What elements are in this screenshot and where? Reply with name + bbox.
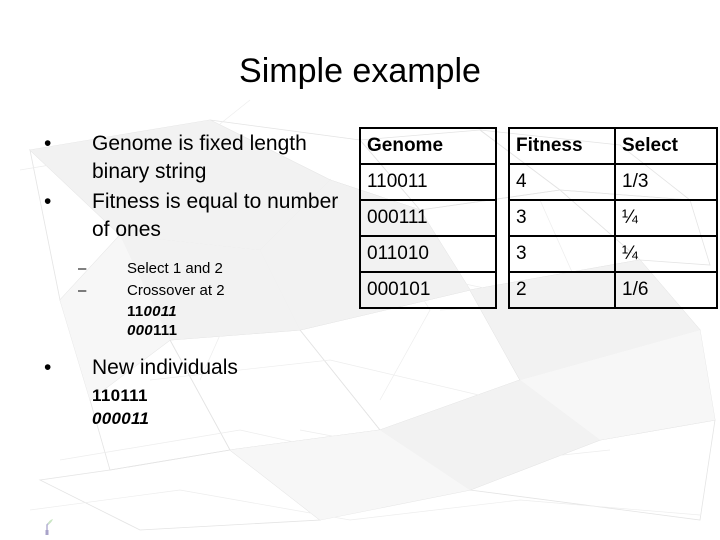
dash-marker-icon: – [78,282,87,299]
genome-table: Genome 110011 000111 011010 000101 [359,127,497,309]
table-row: 000111 [359,199,497,237]
table-row: 3 ¼ [508,199,718,237]
select-cell: ¼ [614,199,718,237]
sub-bullet-item-crossover: – Crossover at 2 [38,280,358,302]
slide-title: Simple example [239,52,481,90]
bullet-item-genome: • Genome is fixed length binary string [38,130,358,186]
genome-cell: 000101 [359,271,497,309]
bullet-marker-icon: • [44,356,52,379]
bullet-marker-icon: • [44,190,52,213]
fitness-select-table: Fitness Select 4 1/3 3 ¼ 3 ¼ 2 1/6 [508,127,718,309]
select-cell: 1/3 [614,163,718,201]
fitness-cell: 3 [508,235,616,273]
new-individual-1: 110111 [92,386,148,405]
table-row: 2 1/6 [508,271,718,309]
table-header-row: Fitness Select [508,127,718,165]
table-row: 4 1/3 [508,163,718,201]
table-row: 000101 [359,271,497,309]
genome-cell: 110011 [359,163,497,201]
bullet-marker-icon: • [44,132,52,155]
slide-canvas: Simple example • Genome is fixed length … [0,0,720,540]
fitness-cell: 4 [508,163,616,201]
column-header-genome: Genome [359,127,497,165]
table-row: 110011 [359,163,497,201]
bullet-item-new-individuals: • New individuals [38,354,358,382]
select-cell: 1/6 [614,271,718,309]
column-header-select: Select [614,127,718,165]
bullet-text: Genome is fixed length binary string [92,132,307,183]
footer-logo-icon [45,519,53,535]
crossover-parent-2-suffix: 111 [152,322,178,339]
select-cell: ¼ [614,235,718,273]
table-row: 3 ¼ [508,235,718,273]
bullet-body: • Genome is fixed length binary string •… [38,130,358,430]
bullet-text: New individuals [92,356,238,379]
sub-bullet-text: Select 1 and 2 [127,260,223,277]
bullet-text: Fitness is equal to number of ones [92,190,339,241]
fitness-cell: 3 [508,199,616,237]
crossover-parent-2: 000111 [38,321,358,340]
crossover-parent-2-prefix: 000 [127,322,153,339]
crossover-parent-1-suffix: 0011 [143,303,177,320]
genome-cell: 011010 [359,235,497,273]
table-row: 011010 [359,235,497,273]
dash-marker-icon: – [78,260,87,277]
table-header-row: Genome [359,127,497,165]
sub-bullet-item-select: – Select 1 and 2 [38,258,358,280]
genome-cell: 000111 [359,199,497,237]
bullet-item-fitness: • Fitness is equal to number of ones [38,188,358,244]
crossover-parent-1: 110011 [38,302,358,321]
new-individual-2: 000011 [92,409,150,428]
fitness-cell: 2 [508,271,616,309]
column-header-fitness: Fitness [508,127,616,165]
crossover-parent-1-prefix: 11 [127,303,144,320]
sub-bullet-text: Crossover at 2 [127,282,225,299]
